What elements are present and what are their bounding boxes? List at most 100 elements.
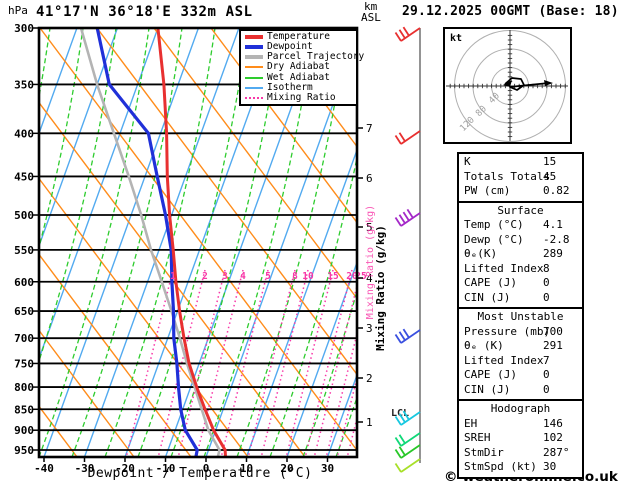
table-row-label: StmDir xyxy=(464,445,504,459)
wind-barb xyxy=(394,208,421,227)
hodograph: 4080120kt xyxy=(443,27,572,144)
svg-text:800: 800 xyxy=(14,381,34,394)
table-row-value: 15 xyxy=(543,155,557,168)
table-section: K 15 Totals Totals 45 PW (cm) 0.82 xyxy=(459,154,582,201)
table-row-label: PW (cm) xyxy=(464,184,511,197)
table-row-value: 146 xyxy=(543,416,563,430)
svg-text:900: 900 xyxy=(14,424,34,437)
table-row-label: Dewp (°C) xyxy=(464,232,524,246)
table-row-label: K xyxy=(464,155,471,168)
svg-text:400: 400 xyxy=(14,127,34,140)
table-row-value: 0.82 xyxy=(543,184,570,197)
wind-barb xyxy=(394,432,421,447)
table-row: Pressure (mb) 700 xyxy=(459,325,582,340)
table-row: EH 146 xyxy=(459,417,582,432)
table-row-label: Totals Totals xyxy=(464,169,551,183)
legend-line-sample xyxy=(245,76,263,79)
table-row: Dewp (°C) -2.8 xyxy=(459,233,582,248)
svg-text:850: 850 xyxy=(14,403,34,416)
table-row-value: 0 xyxy=(543,276,550,289)
table-row-value: 45 xyxy=(543,169,557,183)
table-row: SREH 102 xyxy=(459,431,582,446)
table-row-label: Temp (°C) xyxy=(464,218,524,231)
svg-text:8: 8 xyxy=(292,271,298,282)
temperature-axis-labels: -40 -30 -20 -10 0 10 20 30 xyxy=(34,457,334,475)
svg-text:600: 600 xyxy=(14,276,34,289)
svg-text:5: 5 xyxy=(265,271,271,282)
indices-table: K 15 Totals Totals 45 PW (cm) 0.82 Surface Temp… xyxy=(457,152,584,479)
mixing-ratio-labels: 1 2 3 4 5 8 10 15 2025 xyxy=(170,271,367,282)
svg-text:20: 20 xyxy=(280,462,293,475)
table-row-value: 287° xyxy=(543,445,570,459)
mixing-ratio-axis-label: Mixing Ratio (g/kg) xyxy=(374,225,387,351)
curve-dewpoint xyxy=(95,29,199,456)
svg-text:10: 10 xyxy=(240,462,253,475)
svg-text:300: 300 xyxy=(14,22,34,35)
legend-line-sample xyxy=(245,45,263,50)
svg-text:-10: -10 xyxy=(156,462,176,475)
table-row: Lifted Index 7 xyxy=(459,354,582,369)
wind-barbs xyxy=(394,26,421,473)
table-row-label: CAPE (J) xyxy=(464,368,517,381)
table-section-header: Most Unstable xyxy=(477,310,564,323)
svg-text:700: 700 xyxy=(14,332,34,345)
table-section: Surface Temp (°C) 4.1 Dewp (°C) -2.8 θₑ(K) 289… xyxy=(459,200,582,308)
wind-barb xyxy=(394,444,421,459)
table-row: CIN (J) 0 xyxy=(459,291,582,306)
wind-barb xyxy=(394,26,421,42)
svg-text:10: 10 xyxy=(302,271,314,282)
pressure-axis-labels: 300 350 400 450 500 550 600 650 700 750 800 850 900 9… xyxy=(14,22,39,457)
table-row-label: SREH xyxy=(464,431,491,444)
table-row-value: 30 xyxy=(543,460,557,473)
table-row-label: Pressure (mb) xyxy=(464,324,551,338)
table-row-value: 291 xyxy=(543,339,563,352)
svg-text:4: 4 xyxy=(240,271,246,282)
table-row-value: -2.8 xyxy=(543,232,570,246)
wind-barb xyxy=(394,328,421,344)
table-row: θₑ(K) 289 xyxy=(459,247,582,262)
legend-line-sample xyxy=(245,35,263,40)
table-row-label: StmSpd (kt) xyxy=(464,460,537,473)
table-row-value: 0 xyxy=(543,382,550,396)
table-row: CAPE (J) 0 xyxy=(459,276,582,291)
svg-text:950: 950 xyxy=(14,444,34,457)
svg-text:-20: -20 xyxy=(115,462,135,475)
table-row-value: 102 xyxy=(543,431,563,444)
table-row-label: θₑ (K) xyxy=(464,339,504,352)
table-row: CAPE (J) 0 xyxy=(459,368,582,383)
legend-item: Dry Adiabat xyxy=(241,62,356,72)
svg-text:6: 6 xyxy=(366,172,373,185)
legend-box: Temperature Dewpoint Parcel Trajectory Dry … xyxy=(239,29,364,106)
legend-item: Mixing Ratio xyxy=(241,91,356,103)
wind-barb xyxy=(394,458,421,473)
svg-text:650: 650 xyxy=(14,305,34,318)
table-row: K 15 xyxy=(459,155,582,170)
svg-text:1: 1 xyxy=(366,416,373,429)
legend-line-sample xyxy=(245,86,263,89)
table-row-value: 700 xyxy=(543,324,563,338)
svg-text:7: 7 xyxy=(366,122,373,135)
table-row-value: 0 xyxy=(543,290,550,304)
table-section-header: Hodograph xyxy=(490,402,551,415)
legend-line-sample xyxy=(245,66,263,69)
svg-text:-40: -40 xyxy=(34,462,54,475)
table-section-header: Surface xyxy=(497,203,544,217)
table-row-label: θₑ(K) xyxy=(464,247,498,260)
svg-text:350: 350 xyxy=(14,78,34,91)
svg-text:1: 1 xyxy=(170,271,176,282)
table-row: Lifted Index 8 xyxy=(459,262,582,277)
wind-barb xyxy=(394,130,421,145)
table-section: Hodograph EH 146 SREH 102 StmDir 287° StmSpd (k… xyxy=(459,399,582,477)
table-row-label: CIN (J) xyxy=(464,290,511,304)
table-row-label: Lifted Index xyxy=(464,261,544,275)
table-row-value: 289 xyxy=(543,247,563,260)
table-row-value: 0 xyxy=(543,368,550,381)
svg-text:500: 500 xyxy=(14,209,34,222)
table-row: Totals Totals 45 xyxy=(459,170,582,185)
legend-label: Mixing Ratio xyxy=(267,91,336,103)
table-row-label: CAPE (J) xyxy=(464,276,517,289)
svg-text:550: 550 xyxy=(14,244,34,257)
skewt-sounding-screenshot: 1 2 3 4 5 8 10 15 20 25 300 350 400 450 500 550 600 650 70… xyxy=(0,0,629,486)
svg-text:2: 2 xyxy=(366,372,373,385)
svg-text:0: 0 xyxy=(203,462,210,475)
